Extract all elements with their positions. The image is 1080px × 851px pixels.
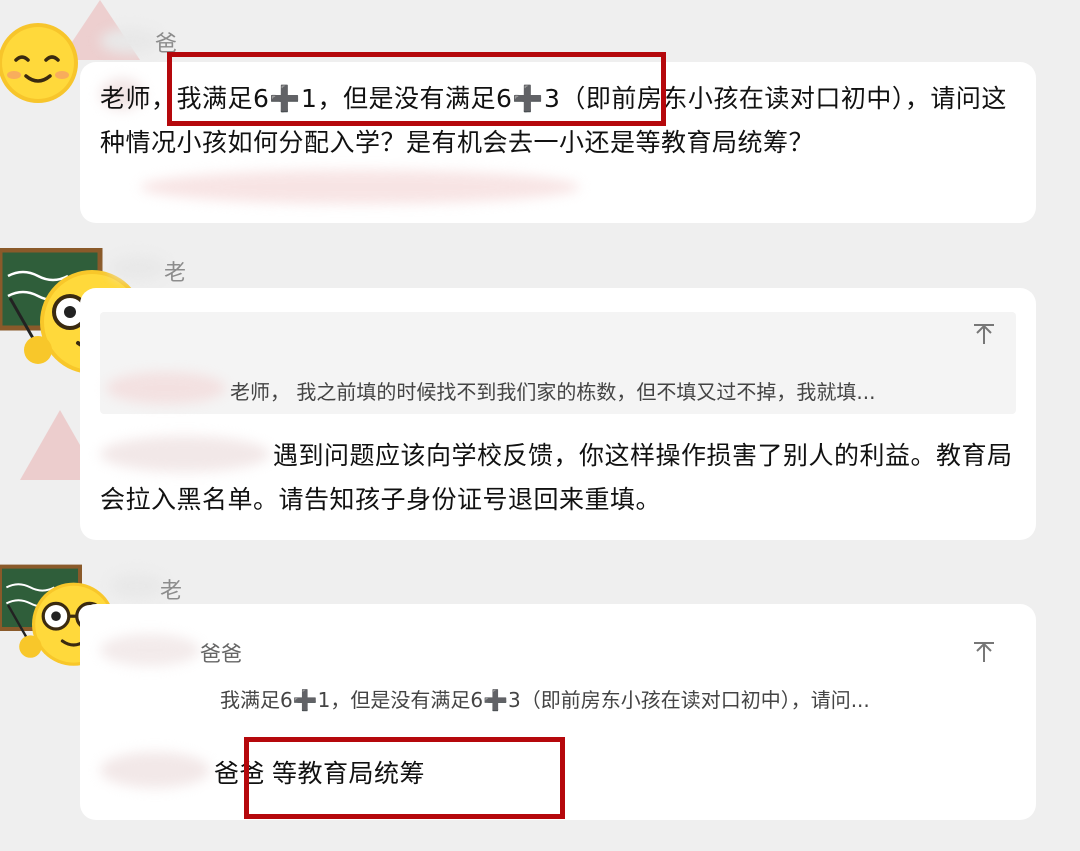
redacted-text (140, 170, 580, 204)
quoted-text: 老师， 我之前填的时候找不到我们家的栋数，但不填又过不掉，我就填... (230, 380, 876, 404)
quoted-text: 我满足6➕1，但是没有满足6➕3（即前房东小孩在读对口初中），请问... (220, 688, 870, 712)
quoted-sender: 爸爸 (200, 642, 242, 666)
redacted-name (106, 372, 226, 404)
message-text: 遇到问题应该向学校反馈，你这样操作损害了别人的利益。教育局会拉入黑名单。请告知孩… (100, 441, 1013, 514)
redacted-name (100, 752, 210, 788)
message-bubble[interactable]: 老师， 我之前填的时候找不到我们家的栋数，但不填又过不掉，我就填... 遇到问题… (80, 288, 1036, 540)
redacted-name (100, 634, 200, 666)
pin-to-top-icon[interactable] (972, 640, 996, 664)
highlight-box (244, 737, 565, 819)
pin-to-top-icon[interactable] (972, 322, 996, 346)
smiley-face-avatar[interactable] (0, 20, 80, 106)
highlight-box (167, 52, 666, 126)
quoted-message[interactable]: 老师， 我之前填的时候找不到我们家的栋数，但不填又过不掉，我就填... (100, 312, 1016, 414)
redacted-name (110, 574, 164, 598)
smiley-face-icon (0, 23, 78, 103)
redacted-name (110, 256, 166, 280)
redacted-name (100, 28, 160, 54)
